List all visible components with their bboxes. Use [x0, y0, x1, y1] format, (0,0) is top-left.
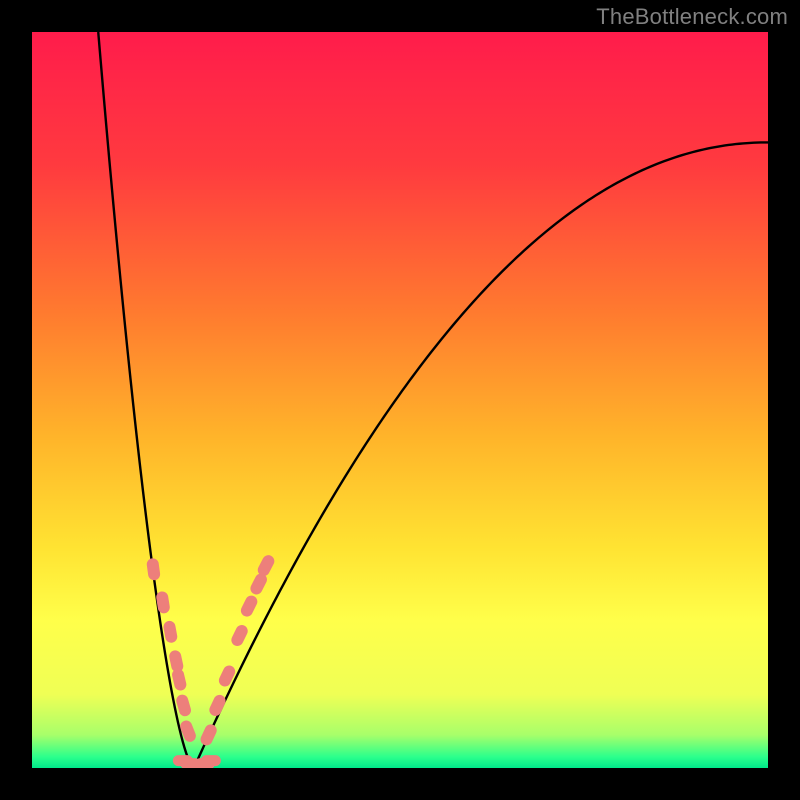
chart-stage: TheBottleneck.com	[0, 0, 800, 800]
plot-area	[32, 32, 768, 768]
curve-marker	[201, 755, 221, 766]
watermark-text: TheBottleneck.com	[596, 4, 788, 30]
gradient-background	[32, 32, 768, 768]
bottleneck-curve-chart	[32, 32, 768, 768]
